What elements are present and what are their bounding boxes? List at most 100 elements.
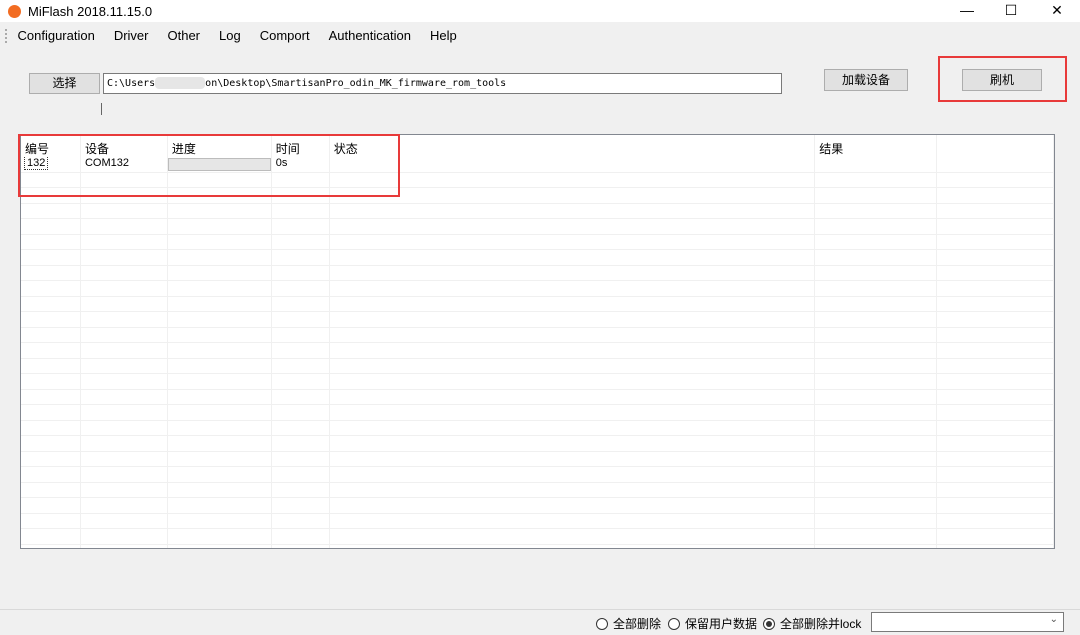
empty-cell	[21, 203, 81, 218]
table-row[interactable]: 132 COM132 0s	[21, 157, 1054, 173]
empty-cell	[21, 265, 81, 280]
empty-cell	[330, 513, 816, 528]
empty-cell	[168, 343, 272, 358]
empty-cell	[168, 467, 272, 482]
menu-help[interactable]: Help	[420, 28, 466, 43]
menu-other[interactable]: Other	[158, 28, 210, 43]
empty-row	[21, 467, 1054, 483]
empty-cell	[168, 327, 272, 342]
header-progress[interactable]: 进度	[168, 135, 272, 157]
empty-cell	[330, 405, 816, 420]
empty-cell	[168, 513, 272, 528]
empty-cell	[272, 467, 330, 482]
empty-cell	[81, 172, 168, 187]
empty-cell	[81, 374, 168, 389]
header-device[interactable]: 设备	[81, 135, 168, 157]
menu-authentication[interactable]: Authentication	[319, 28, 420, 43]
empty-cell	[330, 312, 816, 327]
empty-cell	[168, 203, 272, 218]
empty-cell	[937, 374, 1054, 389]
empty-row	[21, 296, 1054, 312]
maximize-button[interactable]: ☐	[988, 0, 1034, 22]
radio-erase-all-lock[interactable]: 全部删除并lock	[763, 615, 861, 632]
menu-driver[interactable]: Driver	[104, 28, 158, 43]
empty-cell	[937, 219, 1054, 234]
empty-cell	[168, 436, 272, 451]
empty-cell	[81, 498, 168, 513]
empty-cell	[330, 172, 816, 187]
empty-cell	[21, 374, 81, 389]
flash-button[interactable]: 刷机	[962, 69, 1042, 91]
empty-cell	[937, 188, 1054, 203]
empty-cell	[272, 405, 330, 420]
empty-cell	[330, 544, 816, 548]
cell-result	[815, 157, 938, 172]
empty-cell	[272, 265, 330, 280]
empty-cell	[81, 188, 168, 203]
cell-time: 0s	[272, 157, 330, 172]
empty-row	[21, 498, 1054, 514]
empty-cell	[21, 250, 81, 265]
menu-comport[interactable]: Comport	[250, 28, 319, 43]
radio-erase-all[interactable]: 全部删除	[596, 615, 661, 632]
empty-cell	[815, 513, 938, 528]
empty-cell	[272, 374, 330, 389]
empty-cell	[815, 498, 938, 513]
empty-cell	[21, 451, 81, 466]
load-device-button[interactable]: 加载设备	[824, 69, 908, 91]
empty-cell	[81, 219, 168, 234]
menu-configuration[interactable]: Configuration	[8, 28, 104, 43]
radio-keep-user-data[interactable]: 保留用户数据	[668, 615, 757, 632]
empty-cell	[815, 529, 938, 544]
radio-label: 保留用户数据	[685, 617, 758, 631]
empty-row	[21, 482, 1054, 498]
menu-bar: Configuration Driver Other Log Comport A…	[0, 24, 1080, 47]
empty-cell	[81, 529, 168, 544]
header-result[interactable]: 结果	[815, 135, 938, 157]
header-status[interactable]: 状态	[330, 135, 816, 157]
empty-cell	[168, 265, 272, 280]
empty-row	[21, 544, 1054, 548]
empty-cell	[272, 389, 330, 404]
empty-cell	[81, 296, 168, 311]
device-dropdown[interactable]: ⌄	[871, 612, 1064, 632]
empty-cell	[937, 250, 1054, 265]
empty-cell	[330, 467, 816, 482]
cell-device: COM132	[81, 157, 168, 172]
empty-cell	[330, 296, 816, 311]
empty-row	[21, 234, 1054, 250]
empty-cell	[272, 544, 330, 548]
empty-row	[21, 529, 1054, 545]
empty-cell	[330, 451, 816, 466]
empty-cell	[937, 451, 1054, 466]
empty-row	[21, 312, 1054, 328]
select-button[interactable]: 选择	[29, 73, 100, 94]
empty-cell	[81, 358, 168, 373]
empty-cell	[21, 544, 81, 548]
empty-cell	[21, 482, 81, 497]
close-button[interactable]: ✕	[1034, 0, 1080, 22]
empty-cell	[272, 513, 330, 528]
header-id[interactable]: 编号	[21, 135, 81, 157]
radio-circle-icon	[668, 617, 680, 630]
empty-cell	[272, 234, 330, 249]
header-time[interactable]: 时间	[272, 135, 330, 157]
empty-row	[21, 265, 1054, 281]
empty-cell	[81, 436, 168, 451]
empty-cell	[81, 513, 168, 528]
minimize-button[interactable]: —	[944, 0, 990, 22]
radio-circle-icon	[596, 617, 608, 630]
empty-cell	[81, 405, 168, 420]
empty-cell	[21, 436, 81, 451]
menu-log[interactable]: Log	[210, 28, 251, 43]
path-input[interactable]: C:\Users on\Desktop\SmartisanPro_odin_MK_…	[103, 73, 782, 94]
empty-cell	[21, 327, 81, 342]
empty-cell	[330, 250, 816, 265]
empty-cell	[81, 312, 168, 327]
empty-cell	[272, 436, 330, 451]
empty-cell	[21, 405, 81, 420]
empty-cell	[330, 374, 816, 389]
empty-cell	[937, 467, 1054, 482]
empty-cell	[81, 482, 168, 497]
empty-row	[21, 374, 1054, 390]
